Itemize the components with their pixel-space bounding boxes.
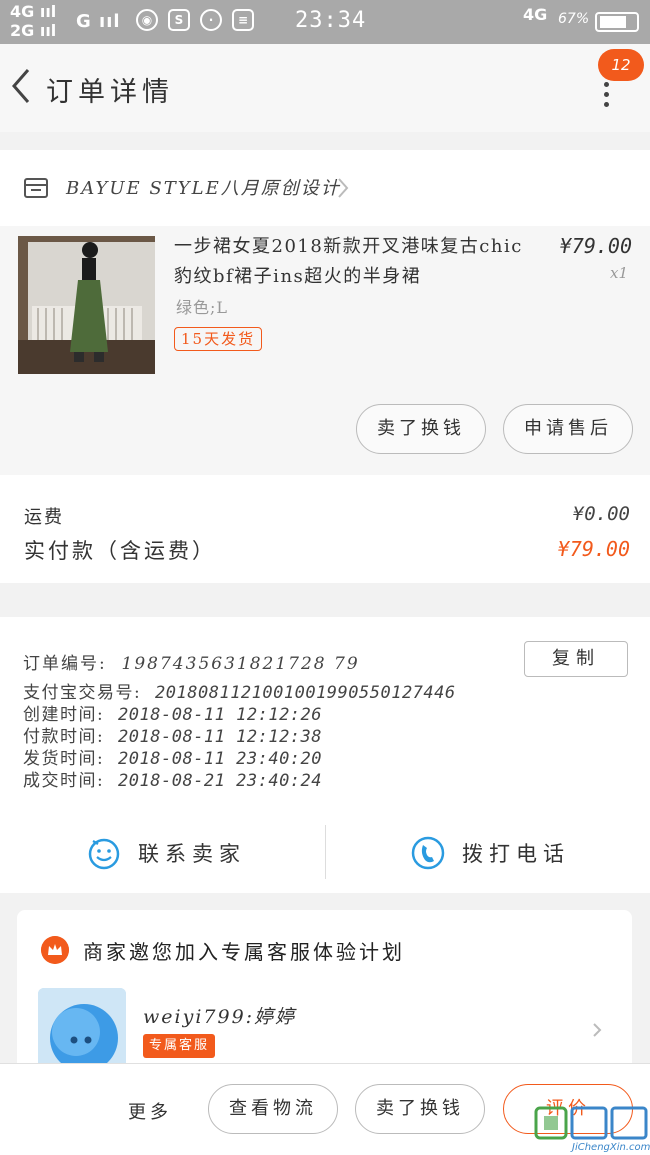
product-thumbnail[interactable] — [18, 236, 155, 374]
sell-swap-button[interactable]: 卖了换钱 — [356, 404, 486, 454]
product-row[interactable]: 一步裙女夏2018新款开叉港味复古chic豹纹bf裙子ins超火的半身裙 绿色;… — [0, 226, 650, 475]
sim-icon: S — [168, 9, 190, 31]
call-phone-label: 拨打电话 — [462, 842, 570, 866]
invite-title: 商家邀您加入专属客服体验计划 — [83, 940, 405, 964]
product-quantity: x1 — [609, 264, 628, 282]
hotspot-icon: · — [200, 9, 222, 31]
netease-icon: ◉ — [136, 9, 158, 31]
alipay-trade-no: 支付宝交易号: 2018081121001001990550127446 — [23, 683, 456, 703]
order-info: 订单编号: 1987435631821728 79 复制 支付宝交易号: 201… — [0, 617, 650, 893]
after-sales-button[interactable]: 申请售后 — [503, 404, 633, 454]
chevron-right-icon — [593, 1023, 602, 1037]
product-price: ¥79.00 — [559, 234, 632, 258]
payment-summary: 运费 ¥0.00 实付款（含运费） ¥79.00 — [0, 475, 650, 583]
shop-row[interactable]: BAYUE STYLE八月原创设计 — [0, 150, 650, 226]
shipped-time: 发货时间: 2018-08-11 23:40:20 — [23, 749, 323, 769]
copy-button[interactable]: 复制 — [524, 641, 628, 677]
watermark-text: JiChengXin.com — [572, 1142, 650, 1153]
product-sku: 绿色;L — [176, 298, 229, 317]
view-logistics-button[interactable]: 查看物流 — [208, 1084, 338, 1134]
page-title: 订单详情 — [46, 77, 174, 108]
call-phone-button[interactable]: 拨打电话 — [410, 829, 570, 877]
divider — [325, 825, 326, 879]
shipping-fee-label: 运费 — [24, 507, 64, 528]
network-4g: 4G — [523, 5, 548, 24]
contact-seller-button[interactable]: 联系卖家 — [86, 829, 246, 877]
back-arrow-icon[interactable] — [8, 66, 36, 106]
contact-seller-label: 联系卖家 — [138, 842, 246, 866]
more-button[interactable]: 更多 — [128, 1098, 172, 1124]
shop-icon — [24, 178, 48, 198]
clock: 23:34 — [295, 8, 367, 33]
signal-indicator: G ııl — [76, 11, 121, 32]
data-icon: ≡ — [232, 9, 254, 31]
order-number: 订单编号: 1987435631821728 79 — [23, 654, 360, 674]
shipping-tag: 15天发货 — [174, 327, 263, 351]
agent-tag: 专属客服 — [143, 1034, 216, 1058]
shipping-fee-value: ¥0.00 — [572, 503, 630, 525]
agent-name: weiyi799:婷婷 — [143, 1006, 297, 1028]
battery-icon — [595, 12, 639, 32]
status-icons: ◉ S · ≡ — [136, 9, 254, 31]
created-time: 创建时间: 2018-08-11 12:12:26 — [23, 705, 323, 725]
shop-name: BAYUE STYLE八月原创设计 — [66, 178, 341, 199]
phone-icon — [411, 836, 445, 870]
paid-time: 付款时间: 2018-08-11 12:12:38 — [23, 727, 323, 747]
crown-icon — [41, 936, 69, 964]
paid-amount-value: ¥79.00 — [557, 537, 630, 561]
completed-time: 成交时间: 2018-08-21 23:40:24 — [23, 771, 323, 791]
top-bar: 订单详情 12 — [0, 44, 650, 132]
more-menu-icon[interactable] — [598, 82, 614, 108]
order-item-card: BAYUE STYLE八月原创设计 一步裙女夏2018新款开叉港味复古chic豹… — [0, 150, 650, 475]
chat-icon — [88, 838, 120, 870]
product-title: 一步裙女夏2018新款开叉港味复古chic豹纹bf裙子ins超火的半身裙 — [174, 236, 523, 287]
status-bar: 4G ııl 2G ııl G ııl ◉ S · ≡ 23:34 4G 67% — [0, 0, 650, 44]
order-detail-list: 支付宝交易号: 2018081121001001990550127446 创建时… — [23, 682, 456, 792]
network-type: 4G ııl 2G ııl — [10, 2, 57, 40]
battery-percent: 67% — [558, 11, 590, 27]
paid-amount-label: 实付款（含运费） — [24, 539, 216, 563]
service-invite-card[interactable]: 商家邀您加入专属客服体验计划 weiyi799:婷婷 专属客服 — [17, 910, 632, 1076]
notification-badge[interactable]: 12 — [598, 49, 644, 81]
sell-swap-bottom-button[interactable]: 卖了换钱 — [355, 1084, 485, 1134]
chevron-right-icon — [338, 178, 349, 198]
